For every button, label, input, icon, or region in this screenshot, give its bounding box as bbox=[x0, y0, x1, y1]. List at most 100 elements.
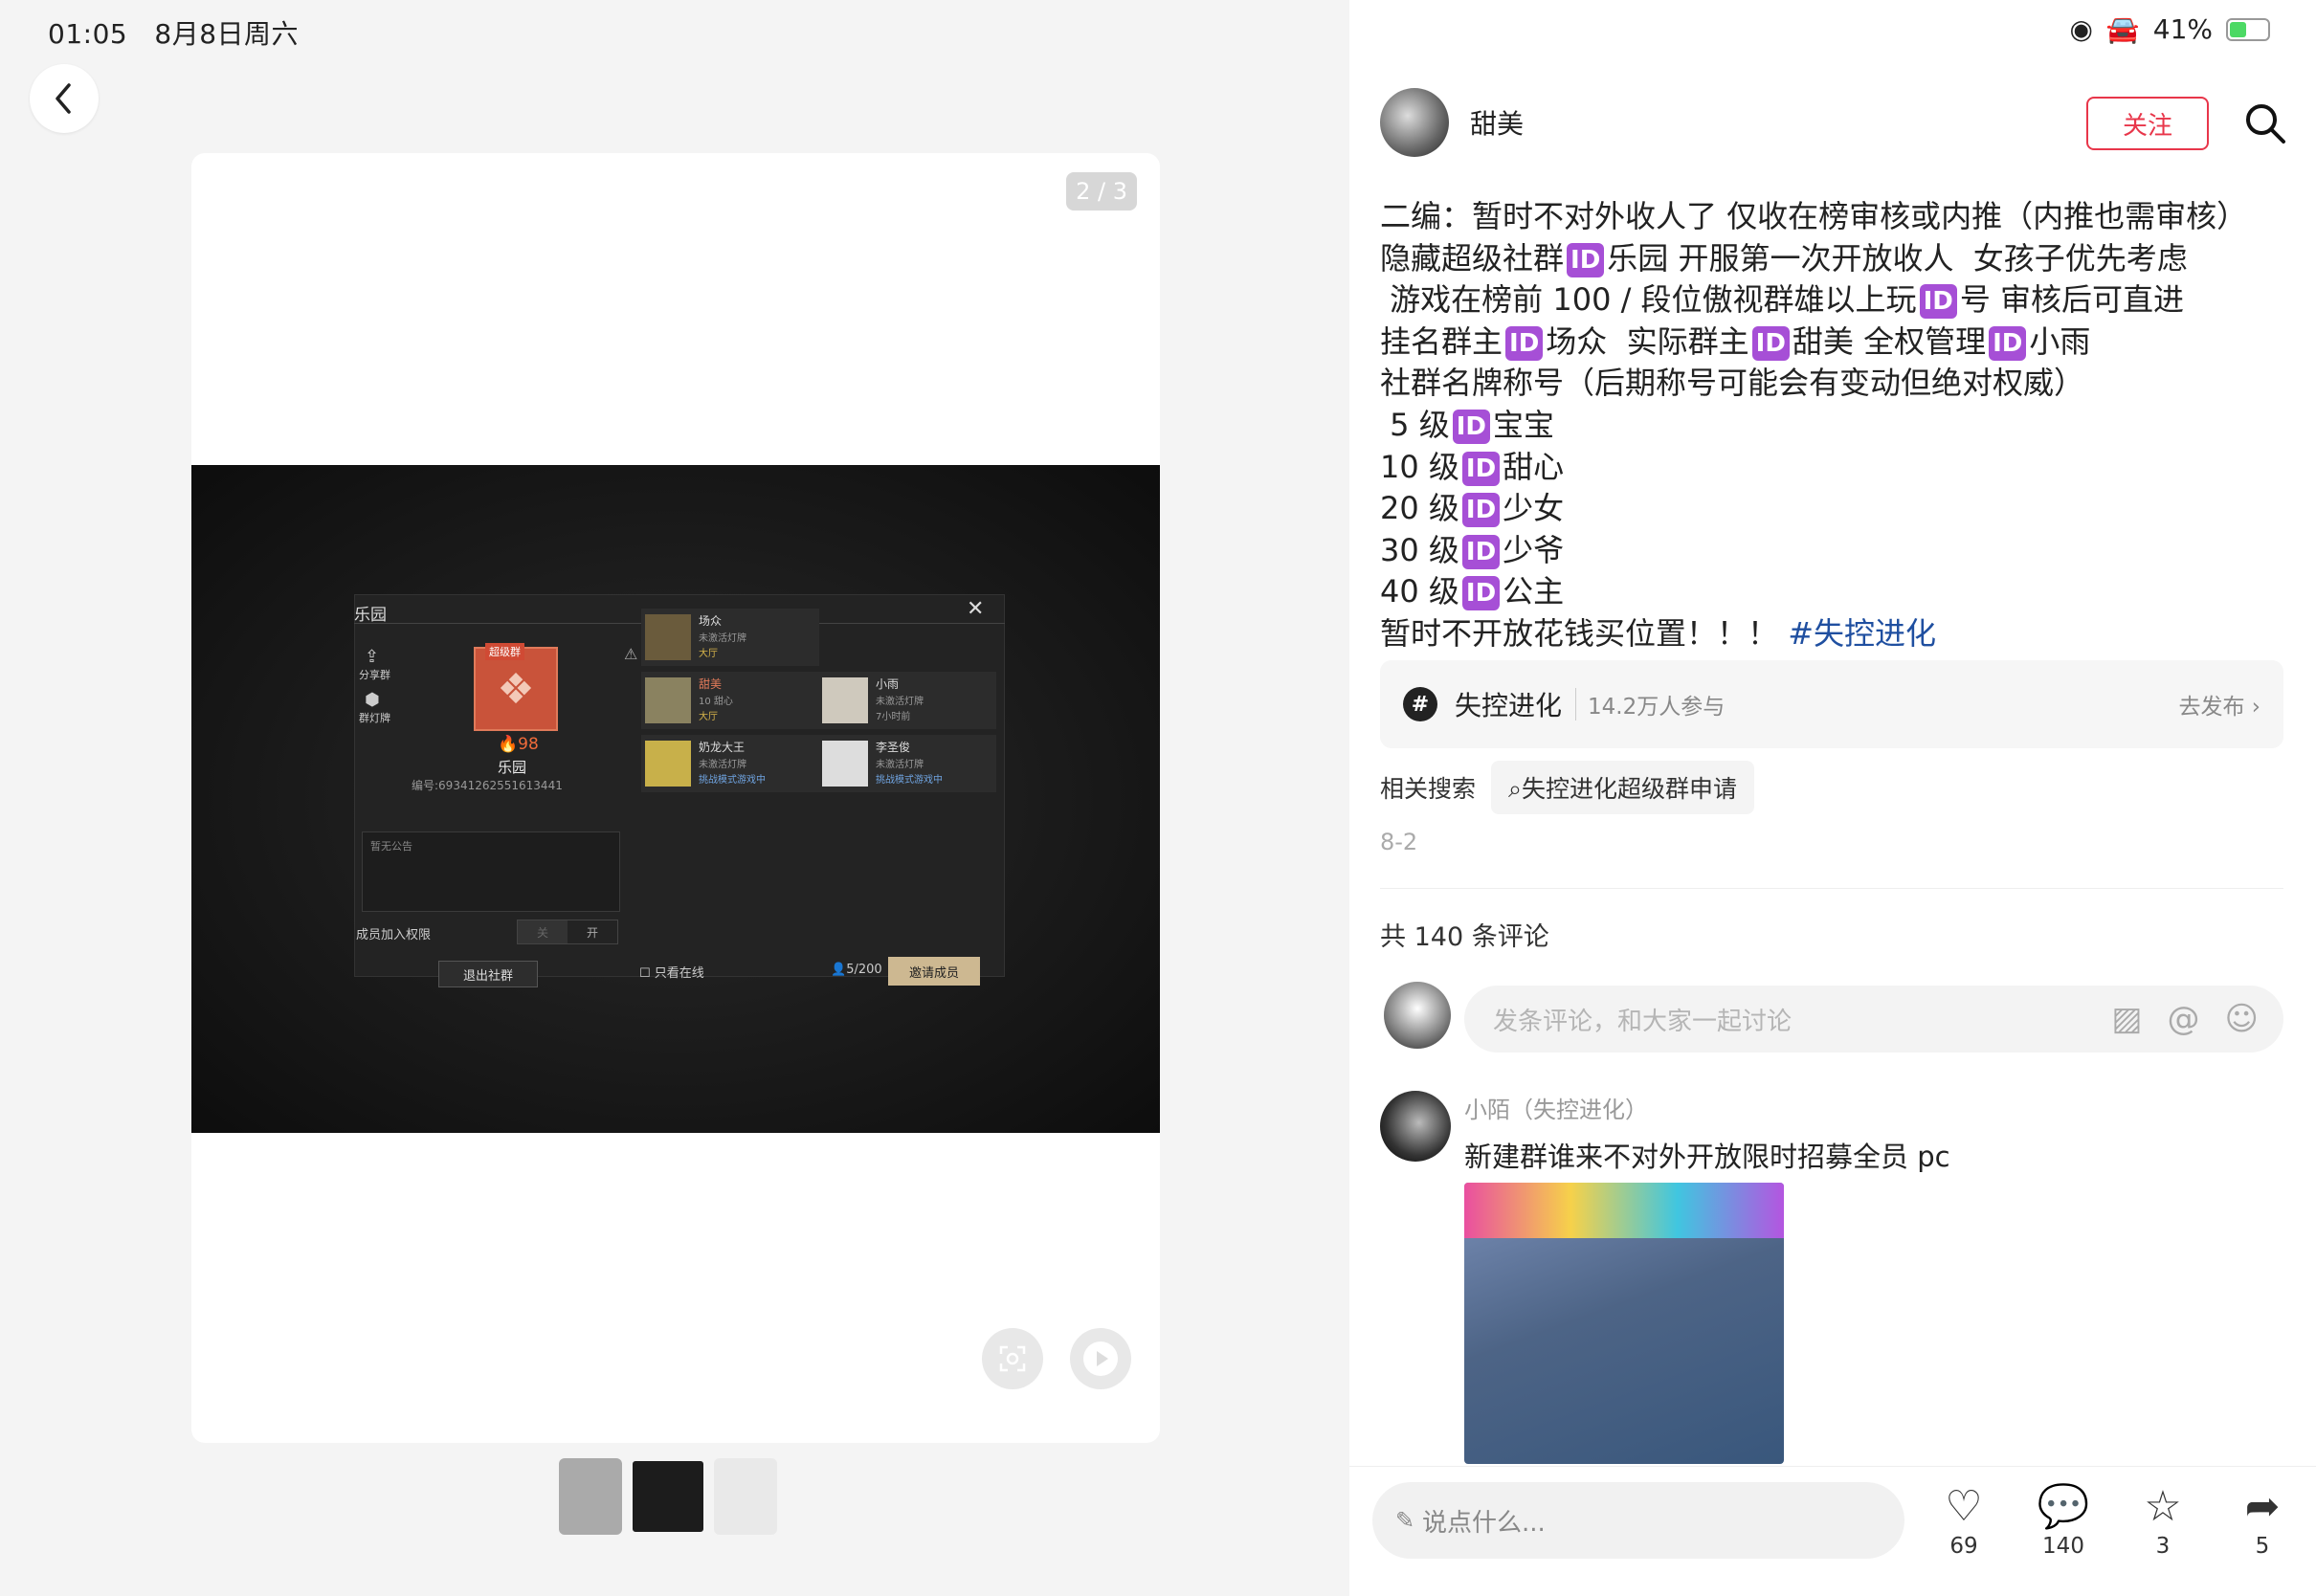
topic-participants: 14.2万人参与 bbox=[1575, 688, 1725, 720]
image-counter: 2 / 3 bbox=[1066, 172, 1137, 211]
comment-input[interactable]: 发条评论，和大家一起讨论 ▨ @ ☺ bbox=[1464, 986, 2283, 1053]
lamp-label: 群灯牌 bbox=[359, 712, 390, 724]
member-name: 李圣俊 bbox=[876, 741, 911, 754]
author-name[interactable]: 甜美 bbox=[1470, 103, 1524, 142]
member-card: 李圣俊 未激活灯牌 挑战模式游戏中 bbox=[818, 735, 996, 792]
search-button[interactable] bbox=[2241, 100, 2289, 147]
post-text: 场众 实际群主 bbox=[1546, 322, 1749, 360]
member-count: 👤5/200 bbox=[831, 963, 882, 977]
game-screenshot: 乐园 ✕ ⇪ 分享群 ⬢ 群灯牌 ❖ 超级群 ⚠ 🔥98 乐园 编号:69341… bbox=[191, 465, 1160, 1133]
post-detail-pane: ◉ 🚘 41% 甜美 关注 二编：暂时不对外收人了 仅收在榜审核或内推（内推也需… bbox=[1349, 0, 2316, 1596]
image-viewer[interactable]: 2 / 3 乐园 ✕ ⇪ 分享群 ⬢ 群灯牌 ❖ 超级群 ⚠ 🔥98 乐园 编号… bbox=[191, 153, 1160, 1443]
back-button[interactable] bbox=[30, 64, 99, 133]
mention-icon[interactable]: @ bbox=[2168, 1000, 2200, 1038]
member-status: 10 甜心 bbox=[699, 697, 733, 707]
say-something-input[interactable]: ✎ 说点什么... bbox=[1372, 1482, 1904, 1559]
exit-group-button: 退出社群 bbox=[438, 961, 538, 987]
comment-image[interactable] bbox=[1464, 1183, 1784, 1464]
post-text: 30 级 bbox=[1380, 531, 1459, 568]
group-score: 🔥98 bbox=[498, 735, 539, 754]
group-id: 编号:69341262551613441 bbox=[412, 779, 563, 792]
image-thumbnails bbox=[559, 1458, 777, 1535]
post-text: 甜美 全权管理 bbox=[1792, 322, 1987, 360]
comment-bubble-icon: 💬 bbox=[2037, 1482, 2090, 1531]
scan-image-button[interactable] bbox=[982, 1328, 1043, 1389]
join-permission-toggle: 关 开 bbox=[517, 920, 618, 944]
post-text: 宝宝 bbox=[1492, 406, 1554, 443]
related-query: 失控进化超级群申请 bbox=[1522, 775, 1738, 803]
notice-box: 暂无公告 bbox=[362, 831, 620, 912]
super-group-tag: 超级群 bbox=[485, 643, 524, 660]
member-name: 甜美 bbox=[699, 677, 723, 691]
online-only-checkbox: ☐ 只看在线 bbox=[639, 966, 704, 981]
comment-button[interactable]: 💬 140 bbox=[2025, 1480, 2102, 1559]
member-status: 未激活灯牌 bbox=[876, 697, 924, 707]
thumbnail-2[interactable] bbox=[630, 1458, 706, 1535]
member-name: 奶龙大王 bbox=[699, 741, 746, 754]
post-line: 隐藏超级社群 ID 乐园 开服第一次开放收人 女孩子优先考虑 bbox=[1380, 238, 2299, 280]
id-badge-icon: ID bbox=[1919, 284, 1957, 320]
hashtag-icon: # bbox=[1403, 687, 1437, 721]
collect-button[interactable]: ☆ 3 bbox=[2125, 1480, 2201, 1559]
play-button[interactable] bbox=[1070, 1328, 1131, 1389]
member-location: 7小时前 bbox=[876, 712, 911, 722]
comment-total: 共 140 条评论 bbox=[1380, 922, 1549, 952]
id-badge-icon: ID bbox=[1567, 242, 1605, 277]
thumbnail-1[interactable] bbox=[559, 1458, 622, 1535]
invite-members-button: 邀请成员 bbox=[888, 957, 980, 986]
battery-percent: 41% bbox=[2152, 13, 2213, 45]
like-button[interactable]: ♡ 69 bbox=[1926, 1480, 2002, 1559]
close-icon: ✕ bbox=[967, 597, 985, 621]
member-location: 大厅 bbox=[699, 712, 718, 722]
id-badge-icon: ID bbox=[1452, 409, 1490, 444]
id-badge-icon: ID bbox=[1461, 576, 1501, 611]
side-actions: ⇪ 分享群 ⬢ 群灯牌 bbox=[359, 647, 390, 725]
post-line: 30 级 ID 少爷 bbox=[1380, 530, 2299, 572]
search-icon: ⌕ bbox=[1508, 775, 1523, 803]
topic-bar[interactable]: # 失控进化 14.2万人参与 去发布 › bbox=[1380, 660, 2283, 748]
post-text: 游戏在榜前 100 / 段位傲视群雄以上玩 bbox=[1380, 281, 1917, 319]
post-text: 公主 bbox=[1503, 573, 1565, 610]
id-badge-icon: ID bbox=[1461, 493, 1501, 528]
related-search-label: 相关搜索 bbox=[1380, 775, 1477, 803]
play-icon bbox=[1083, 1341, 1118, 1376]
emoji-icon[interactable]: ☺ bbox=[2225, 1000, 2259, 1038]
author-avatar[interactable] bbox=[1380, 88, 1449, 157]
related-search-chip[interactable]: ⌕失控进化超级群申请 bbox=[1491, 761, 1755, 814]
share-button[interactable]: ➦ 5 bbox=[2224, 1480, 2301, 1559]
commenter-name[interactable]: 小陌（失控进化） bbox=[1464, 1091, 1648, 1124]
post-text: 二编：暂时不对外收人了 仅收在榜审核或内推（内推也需审核） bbox=[1380, 198, 2248, 234]
author-info[interactable]: 甜美 bbox=[1380, 88, 1524, 157]
member-count-value: 5/200 bbox=[846, 963, 882, 977]
publish-link[interactable]: 去发布 › bbox=[2178, 688, 2260, 720]
post-line: 40 级 ID 公主 bbox=[1380, 571, 2299, 613]
image-viewer-pane: 01:05 8月8日周六 2 / 3 乐园 ✕ ⇪ 分享群 ⬢ 群灯牌 ❖ 超级… bbox=[0, 0, 1349, 1596]
id-badge-icon: ID bbox=[1505, 325, 1544, 361]
star-icon: ☆ bbox=[2144, 1482, 2182, 1531]
post-text: 40 级 bbox=[1380, 573, 1459, 610]
member-avatar bbox=[645, 741, 691, 787]
post-body: 二编：暂时不对外收人了 仅收在榜审核或内推（内推也需审核） 隐藏超级社群 ID 乐园 … bbox=[1380, 196, 2299, 655]
join-permission-label: 成员加入权限 bbox=[356, 928, 432, 942]
hashtag-link[interactable]: #失控进化 bbox=[1788, 615, 1936, 652]
wifi-icon: ◉ bbox=[2069, 13, 2093, 45]
post-line: 游戏在榜前 100 / 段位傲视群雄以上玩 ID 号 审核后可直进 bbox=[1380, 279, 2299, 321]
say-placeholder: 说点什么... bbox=[1422, 1508, 1546, 1538]
pencil-icon: ✎ bbox=[1395, 1507, 1415, 1534]
image-icon[interactable]: ▨ bbox=[2111, 1000, 2142, 1038]
bottom-action-bar: ✎ 说点什么... ♡ 69 💬 140 ☆ 3 ➦ 5 bbox=[1349, 1466, 2316, 1596]
commenter-avatar[interactable] bbox=[1380, 1091, 1451, 1162]
search-icon bbox=[2246, 104, 2285, 144]
follow-button[interactable]: 关注 bbox=[2086, 97, 2209, 150]
related-search: 相关搜索 ⌕失控进化超级群申请 bbox=[1380, 761, 1755, 814]
notice-text: 暂无公告 bbox=[370, 840, 412, 853]
post-line: 挂名群主 ID 场众 实际群主 ID 甜美 全权管理 ID 小雨 bbox=[1380, 321, 2299, 364]
post-text: 号 审核后可直进 bbox=[1959, 281, 2185, 319]
member-card: 小雨 未激活灯牌 7小时前 bbox=[818, 672, 996, 729]
member-status: 未激活灯牌 bbox=[699, 633, 746, 644]
thumbnail-3[interactable] bbox=[714, 1458, 777, 1535]
lamp-icon: ⬢ bbox=[365, 690, 380, 710]
post-line: 社群名牌称号（后期称号可能会有变动但绝对权威） bbox=[1380, 363, 2299, 405]
comment-count: 140 bbox=[2042, 1534, 2084, 1559]
member-avatar bbox=[645, 677, 691, 723]
